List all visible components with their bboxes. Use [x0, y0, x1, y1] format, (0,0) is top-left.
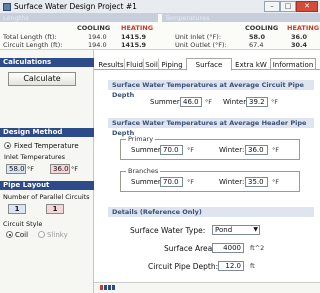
water-type-value: Pond	[215, 226, 233, 234]
inlet-cooling-input[interactable]: 58.0	[6, 164, 26, 174]
maximize-button[interactable]: □	[280, 1, 296, 12]
inlet-heating-unit: °F	[71, 165, 78, 173]
primary-winter-input[interactable]: 36.0	[245, 145, 268, 155]
total-length-cooling: 194.0	[88, 33, 107, 41]
sidebar: Calculations Calculate Design Method Fix…	[0, 50, 94, 293]
surface-area-unit: ft^2	[250, 244, 265, 252]
inlet-temperatures-label: Inlet Temperatures	[4, 153, 66, 161]
progress-indicator	[100, 285, 116, 290]
fixed-temperature-radio[interactable]	[4, 142, 11, 149]
tab-surface-water[interactable]: Surface Water	[186, 58, 232, 81]
pipe-depth-label: Circuit Pipe Depth:	[148, 262, 219, 271]
circuit-winter-input[interactable]: 39.2	[246, 97, 268, 107]
circuit-length-label: Circuit Length (ft):	[3, 41, 63, 49]
unit-outlet-cooling: 67.4	[249, 41, 264, 49]
temperatures-band: Temperatures	[162, 14, 320, 22]
lengths-band: Lengths	[0, 14, 158, 22]
surface-area-input[interactable]: 4000	[212, 243, 244, 253]
tab-extra-kw[interactable]: Extra kW	[233, 58, 269, 70]
pipe-depth-input[interactable]: 12.0	[218, 261, 244, 271]
temperatures-header: Temperatures	[165, 14, 210, 22]
tab-bar: Results Fluid Soil Piping Surface Water …	[94, 58, 320, 81]
lengths-heating-header: HEATING	[121, 24, 154, 32]
branches-label: Branches	[126, 167, 161, 175]
water-type-label: Surface Water Type:	[130, 226, 206, 235]
unit-outlet-heating: 30.4	[291, 41, 308, 49]
unit-inlet-label: Unit Inlet (°F):	[175, 33, 222, 41]
tab-soil[interactable]: Soil	[144, 58, 159, 70]
summary-panel: Lengths Temperatures COOLING HEATING Tot…	[0, 14, 320, 50]
minimize-button[interactable]: –	[264, 1, 280, 12]
branches-summer-label: Summer:	[131, 178, 163, 186]
avg-header-depth-header: Surface Water Temperatures at Average He…	[108, 118, 314, 137]
primary-label: Primary	[126, 135, 156, 143]
circuit-length-cooling: 194.0	[88, 41, 107, 49]
details-header: Details (Reference Only)	[108, 207, 314, 217]
progress-segment-navy	[104, 285, 107, 290]
circuit-winter-label: Winter:	[223, 98, 249, 106]
tab-fluid[interactable]: Fluid	[125, 58, 144, 70]
coil-label: Coil	[15, 231, 29, 239]
primary-summer-unit: °F	[187, 146, 194, 154]
surface-area-label: Surface Area:	[164, 244, 215, 253]
branches-winter-label: Winter:	[219, 178, 245, 186]
inlet-cooling-unit: °F	[27, 165, 34, 173]
calculations-header: Calculations	[0, 58, 94, 67]
design-method-header: Design Method	[0, 128, 94, 137]
progress-segment-navy	[112, 285, 115, 290]
avg-circuit-depth-header: Surface Water Temperatures at Average Ci…	[108, 80, 314, 99]
circuit-style-label: Circuit Style	[3, 220, 43, 228]
primary-summer-input[interactable]: 70.0	[160, 145, 183, 155]
water-type-select[interactable]: Pond ▼	[212, 225, 260, 235]
app-icon	[3, 3, 11, 11]
progress-segment-red	[100, 285, 103, 290]
coil-radio[interactable]	[6, 231, 13, 238]
slinky-radio[interactable]	[38, 231, 45, 238]
lengths-cooling-header: COOLING	[77, 24, 111, 32]
branches-winter-unit: °F	[272, 178, 279, 186]
branches-winter-input[interactable]: 35.0	[245, 177, 268, 187]
temps-heating-header: HEATING	[287, 24, 320, 32]
branches-summer-input[interactable]: 70.0	[160, 177, 183, 187]
circuit-summer-label: Summer:	[150, 98, 182, 106]
unit-inlet-cooling: 58.0	[249, 33, 266, 41]
primary-summer-label: Summer:	[131, 146, 163, 154]
circuit-summer-input[interactable]: 46.0	[180, 97, 202, 107]
total-length-heating: 1415.9	[121, 33, 147, 41]
slinky-label: Slinky	[47, 231, 68, 239]
fixed-temperature-label: Fixed Temperature	[14, 142, 79, 150]
tab-information[interactable]: Information	[270, 58, 316, 70]
chevron-down-icon: ▼	[253, 226, 258, 233]
total-length-label: Total Length (ft):	[3, 33, 57, 41]
pipe-layout-header: Pipe Layout	[0, 181, 94, 190]
pipe-depth-unit: ft	[250, 262, 255, 270]
branches-summer-unit: °F	[187, 178, 194, 186]
calculate-button[interactable]: Calculate	[8, 72, 76, 86]
parallel-circuits-heating-input[interactable]: 1	[46, 204, 64, 214]
title-bar: Surface Water Design Project #1 – □ ✕	[0, 0, 320, 14]
parallel-circuits-label: Number of Parallel Circuits	[3, 193, 90, 201]
window-title: Surface Water Design Project #1	[14, 2, 137, 11]
parallel-circuits-cooling-input[interactable]: 1	[8, 204, 26, 214]
unit-outlet-label: Unit Outlet (°F):	[175, 41, 227, 49]
status-bar	[94, 282, 320, 293]
close-button[interactable]: ✕	[296, 1, 318, 12]
tab-piping[interactable]: Piping	[159, 58, 185, 70]
lengths-header: Lengths	[3, 14, 29, 22]
unit-inlet-heating: 36.0	[291, 33, 308, 41]
circuit-winter-unit: °F	[271, 98, 278, 106]
primary-winter-unit: °F	[272, 146, 279, 154]
circuit-summer-unit: °F	[205, 98, 212, 106]
inlet-heating-input[interactable]: 36.0	[50, 164, 70, 174]
circuit-length-heating: 1415.9	[121, 41, 147, 49]
progress-segment-navy	[108, 285, 111, 290]
temps-cooling-header: COOLING	[245, 24, 279, 32]
tab-results[interactable]: Results	[97, 58, 125, 70]
primary-winter-label: Winter:	[219, 146, 245, 154]
